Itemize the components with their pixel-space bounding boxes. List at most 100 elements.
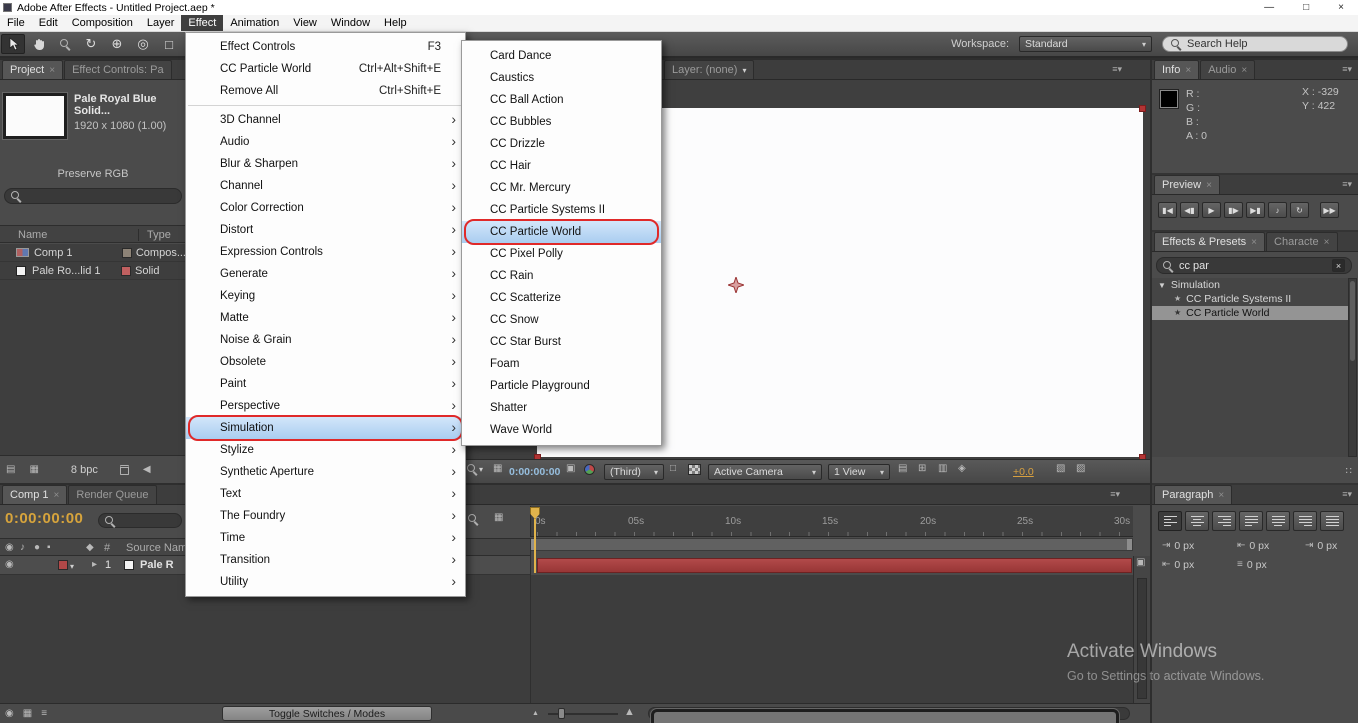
menu-item-generate[interactable]: Generate › [186, 263, 465, 285]
submenu-item-cc-mr-mercury[interactable]: CC Mr. Mercury [462, 177, 661, 199]
project-item-comp1[interactable]: Comp 1 Compos... [0, 244, 186, 262]
close-icon[interactable]: × [1206, 180, 1212, 191]
tab-project[interactable]: Project × [2, 60, 64, 79]
close-icon[interactable]: × [1324, 237, 1330, 248]
loop-button[interactable]: ↻ [1290, 202, 1309, 218]
time-ruler[interactable]: 0s 05s 10s 15s 20s 25s 30s [530, 506, 1133, 537]
submenu-item-cc-drizzle[interactable]: CC Drizzle [462, 133, 661, 155]
tab-layer-viewer[interactable]: Layer: (none) ▾ [664, 60, 755, 79]
submenu-item-cc-star-burst[interactable]: CC Star Burst [462, 331, 661, 353]
effect-item-cc-particle-world[interactable]: ★ CC Particle World [1152, 306, 1348, 320]
menu-item-text[interactable]: Text › [186, 483, 465, 505]
column-name-header[interactable]: Name [18, 229, 47, 241]
menu-item-noise-grain[interactable]: Noise & Grain › [186, 329, 465, 351]
tab-character[interactable]: Characte × [1266, 232, 1338, 251]
viewer-timecode[interactable]: 0:00:00:00 [509, 466, 560, 478]
zoom-tool-icon[interactable] [53, 34, 77, 54]
menu-item-time[interactable]: Time › [186, 527, 465, 549]
help-search-input[interactable]: Search Help [1162, 36, 1348, 52]
source-name-column-header[interactable]: Source Name [126, 542, 193, 554]
restore-button[interactable]: □ [1303, 0, 1309, 15]
menu-item-keying[interactable]: Keying › [186, 285, 465, 307]
panel-menu-icon[interactable]: ≡▾ [1112, 64, 1150, 75]
align-center-button[interactable] [1185, 511, 1209, 531]
effects-search-input[interactable]: cc par × [1156, 257, 1352, 274]
hand-tool-icon[interactable] [27, 34, 51, 54]
close-button[interactable]: × [1338, 0, 1344, 15]
tab-paragraph[interactable]: Paragraph × [1154, 485, 1233, 504]
tab-audio[interactable]: Audio × [1200, 60, 1256, 79]
scrollbar-thumb[interactable] [1350, 281, 1355, 361]
resolution-dropdown[interactable]: (Third) ▾ [604, 464, 664, 480]
menu-view[interactable]: View [286, 15, 324, 31]
panel-menu-icon[interactable]: ≡▾ [1342, 489, 1358, 500]
safe-guides-icon[interactable]: ▦ [493, 464, 502, 474]
last-frame-button[interactable]: ▶▮ [1246, 202, 1265, 218]
delete-icon[interactable] [119, 464, 129, 475]
submenu-item-particle-playground[interactable]: Particle Playground [462, 375, 661, 397]
layer-label-swatch[interactable] [58, 560, 68, 570]
menu-item-audio[interactable]: Audio › [186, 131, 465, 153]
layer-duration-bar[interactable] [537, 558, 1132, 573]
layer-twirl-icon[interactable]: ▸ [92, 560, 97, 570]
zoom-out-mountain-icon[interactable]: ▲ [532, 710, 539, 717]
submenu-item-wave-world[interactable]: Wave World [462, 419, 661, 441]
interpret-footage-icon[interactable]: ▤ [6, 464, 15, 475]
menu-help[interactable]: Help [377, 15, 414, 31]
expand-layers-icon[interactable]: ◉ [5, 708, 14, 719]
menu-item-cc-particle-world-recent[interactable]: CC Particle World Ctrl+Alt+Shift+E [186, 58, 465, 80]
timeline-vertical-scrollbar[interactable] [1137, 578, 1147, 699]
menu-item-paint[interactable]: Paint › [186, 373, 465, 395]
menu-effect[interactable]: Effect [181, 15, 224, 31]
toggle-switches-modes-button[interactable]: Toggle Switches / Modes [222, 706, 432, 721]
menu-item-obsolete[interactable]: Obsolete › [186, 351, 465, 373]
menu-item-blur-sharpen[interactable]: Blur & Sharpen › [186, 153, 465, 175]
menu-item-channel[interactable]: Channel › [186, 175, 465, 197]
menu-item-the-foundry[interactable]: The Foundry › [186, 505, 465, 527]
zoom-in-mountain-icon[interactable]: ▲ [624, 707, 635, 718]
flowchart-icon[interactable]: ⊞ [918, 464, 926, 474]
submenu-item-caustics[interactable]: Caustics [462, 67, 661, 89]
region-of-interest-icon[interactable]: □ [670, 464, 676, 474]
view-layout-dropdown[interactable]: 1 View ▾ [828, 464, 890, 480]
indent-right-field[interactable]: ⇤ 0 px [1237, 540, 1269, 552]
menu-item-distort[interactable]: Distort › [186, 219, 465, 241]
align-right-button[interactable] [1212, 511, 1236, 531]
space-after-field[interactable]: ≡ 0 px [1237, 559, 1267, 571]
project-search-input[interactable] [4, 188, 182, 204]
camera-tool-icon[interactable]: ⊕ [105, 34, 129, 54]
close-icon[interactable]: × [54, 490, 60, 501]
mask-shape-tool-icon[interactable]: □ [157, 34, 181, 54]
menu-item-perspective[interactable]: Perspective › [186, 395, 465, 417]
layer-name[interactable]: Pale R [140, 559, 174, 571]
menu-item-transition[interactable]: Transition › [186, 549, 465, 571]
layer-visibility-icon[interactable]: ◉ [5, 560, 14, 570]
panel-menu-icon[interactable]: ≡▾ [1110, 489, 1150, 500]
tab-comp-1[interactable]: Comp 1 × [2, 485, 68, 504]
justify-last-center-button[interactable] [1266, 511, 1290, 531]
submenu-item-cc-ball-action[interactable]: CC Ball Action [462, 89, 661, 111]
frame-blend-icon[interactable]: ≡ [41, 708, 47, 719]
menu-edit[interactable]: Edit [32, 15, 65, 31]
panel-grip-icon[interactable]: ∷ [1346, 467, 1352, 477]
work-area-bar[interactable] [530, 538, 1133, 551]
menu-item-synthetic-aperture[interactable]: Synthetic Aperture › [186, 461, 465, 483]
indent-left-field[interactable]: ⇥ 0 px [1162, 540, 1194, 552]
submenu-item-shatter[interactable]: Shatter [462, 397, 661, 419]
project-item-solid[interactable]: Pale Ro...lid 1 Solid [0, 262, 186, 280]
composition-mini-flowchart-icon[interactable] [468, 514, 478, 524]
timeline-track-area[interactable] [0, 575, 1133, 703]
effects-group-simulation[interactable]: ▼ Simulation [1152, 278, 1348, 292]
tab-preview[interactable]: Preview × [1154, 175, 1220, 194]
submenu-item-cc-scatterize[interactable]: CC Scatterize [462, 287, 661, 309]
menu-item-remove-all[interactable]: Remove All Ctrl+Shift+E [186, 80, 465, 102]
twirl-down-icon[interactable]: ▼ [1158, 281, 1166, 290]
menu-animation[interactable]: Animation [223, 15, 286, 31]
justify-last-right-button[interactable] [1293, 511, 1317, 531]
transparency-grid-icon[interactable] [688, 464, 701, 475]
panel-menu-icon[interactable]: ≡▾ [1342, 179, 1358, 190]
timeline-timecode[interactable]: 0:00:00:00 [5, 510, 83, 527]
menu-composition[interactable]: Composition [65, 15, 140, 31]
close-icon[interactable]: × [1218, 490, 1224, 501]
timeline-zoom-handle[interactable] [558, 708, 565, 719]
